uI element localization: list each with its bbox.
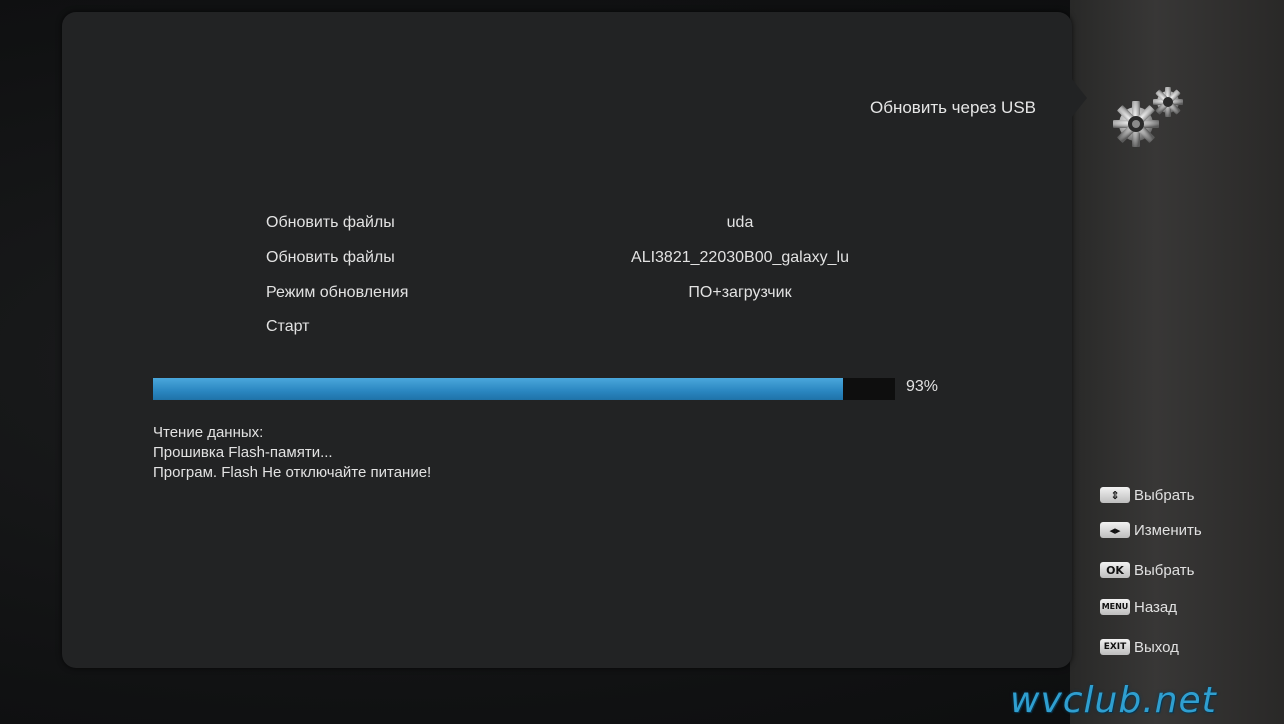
gears-icon [1108, 82, 1198, 162]
progress-bar [153, 378, 895, 400]
page-title: Обновить через USB [869, 98, 1036, 117]
status-line-reading: Чтение данных: [153, 424, 264, 441]
hint-label: Выход [1134, 638, 1179, 656]
setting-value-update-mode[interactable]: ПО+загрузчик [540, 284, 940, 302]
hint-back: MENU Назад [1100, 596, 1177, 618]
ok-key-icon: OK [1100, 562, 1130, 578]
setting-value-update-files-2[interactable]: ALI3821_22030B00_galaxy_lu [540, 249, 940, 267]
up-down-keys-icon: ⇕ [1100, 487, 1130, 503]
hint-label: Выбрать [1134, 486, 1195, 504]
hint-label: Изменить [1134, 521, 1202, 539]
menu-key-icon: MENU [1100, 599, 1130, 615]
setting-value-update-files-1[interactable]: uda [540, 214, 940, 232]
hint-exit: EXIT Выход [1100, 636, 1179, 658]
setting-label-update-files-1: Обновить файлы [266, 214, 395, 231]
start-button[interactable]: Старт [266, 318, 309, 336]
hint-label: Выбрать [1134, 561, 1195, 579]
hint-change: ◂▸ Изменить [1100, 519, 1202, 541]
progress-bar-fill [153, 378, 844, 400]
panel-tab-notch [1071, 78, 1087, 118]
exit-key-icon: EXIT [1100, 639, 1130, 655]
hint-select: ⇕ Выбрать [1100, 484, 1194, 506]
progress-percent: 93% [906, 378, 939, 395]
watermark-logo: wvclub.net [1010, 680, 1217, 721]
setting-label-update-files-2: Обновить файлы [266, 249, 395, 266]
hint-label: Назад [1134, 598, 1177, 616]
setting-label-update-mode: Режим обновления [266, 284, 409, 301]
status-line-warning: Програм. Flash Не отключайте питание! [153, 464, 432, 481]
hint-ok: OK Выбрать [1100, 559, 1194, 581]
status-line-flashing: Прошивка Flash-памяти... [153, 444, 333, 461]
left-right-keys-icon: ◂▸ [1100, 522, 1130, 538]
